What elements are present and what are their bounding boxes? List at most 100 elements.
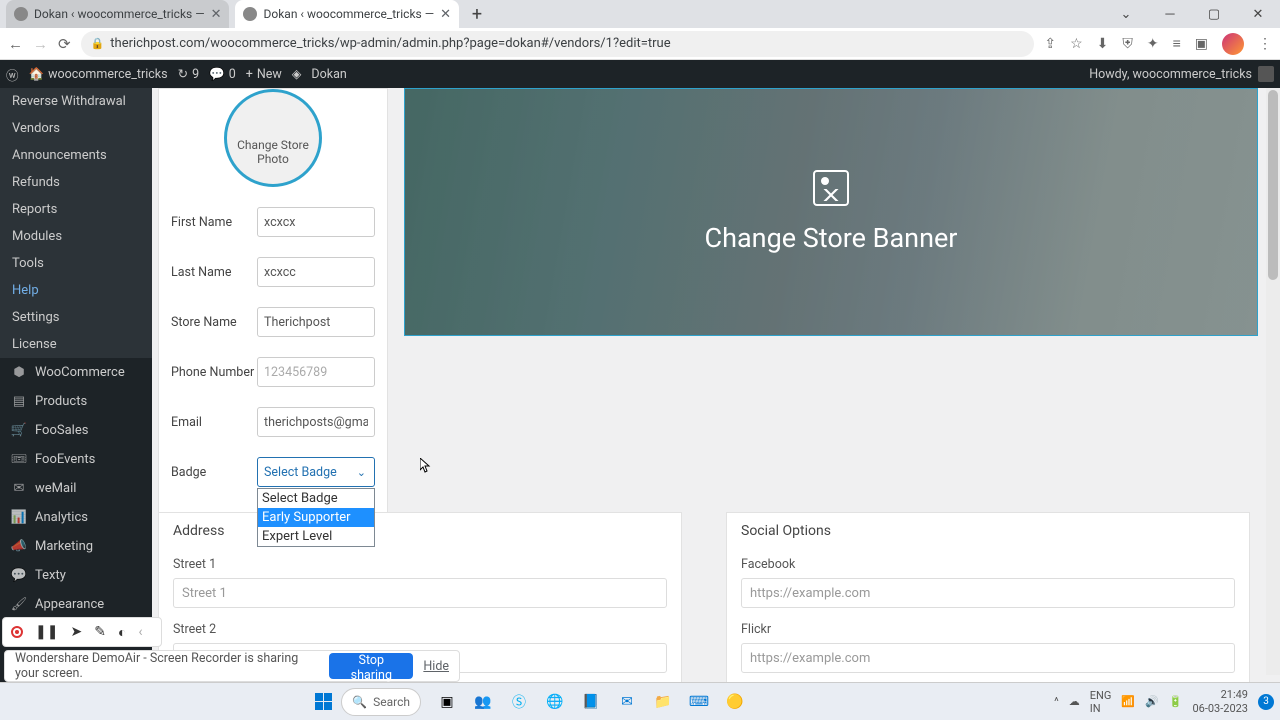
badge-select[interactable]: Select Badge ⌄ Select BadgeEarly Support… (257, 457, 375, 487)
lang-indicator[interactable]: ENGIN (1090, 689, 1112, 715)
site-link[interactable]: 🏠 woocommerce_tricks (29, 67, 168, 82)
sidebar-item-texty[interactable]: 💬Texty (0, 561, 152, 590)
mail-icon[interactable]: ✉ (615, 690, 639, 714)
reload-button[interactable]: ⟳ (58, 35, 71, 53)
shield-icon[interactable]: ⛨ (1122, 36, 1133, 52)
badge-option[interactable]: Early Supporter (258, 508, 374, 527)
menu-icon: 📊 (10, 510, 28, 525)
sidebar-item-vendors[interactable]: Vendors (0, 115, 152, 142)
tab-close-icon[interactable]: ✕ (211, 7, 222, 22)
sidebar-item-modules[interactable]: Modules (0, 223, 152, 250)
sidebar-item-wemail[interactable]: ✉weMail (0, 474, 152, 503)
pause-icon[interactable]: ❚❚ (35, 624, 58, 640)
sidebar-item-settings[interactable]: Settings (0, 304, 152, 331)
first-name-input[interactable] (257, 207, 375, 237)
profile-avatar[interactable] (1222, 33, 1244, 55)
comments-link[interactable]: 💬 0 (209, 67, 236, 82)
sidebar-item-marketing[interactable]: 📣Marketing (0, 532, 152, 561)
minimize-button[interactable]: ─ (1148, 0, 1192, 28)
sidebar-item-license[interactable]: License (0, 331, 152, 358)
sidebar-item-products[interactable]: ▤Products (0, 387, 152, 416)
email-input[interactable] (257, 407, 375, 437)
dokan-link[interactable]: Dokan (311, 67, 346, 82)
page-scrollbar[interactable] (1266, 88, 1280, 675)
star-icon[interactable]: ☆ (1070, 36, 1083, 52)
facebook-input[interactable] (741, 578, 1235, 608)
banner-text: Change Store Banner (705, 222, 958, 254)
change-photo-button[interactable]: Change Store Photo (224, 89, 322, 187)
scroll-thumb[interactable] (1268, 90, 1278, 280)
flickr-input[interactable] (741, 643, 1235, 673)
url-input[interactable]: 🔒 therichpost.com/woocommerce_tricks/wp-… (81, 31, 1035, 57)
edge-icon[interactable]: 🌐 (543, 690, 567, 714)
notification-icon[interactable]: 3 (1258, 694, 1274, 710)
record-icon[interactable] (11, 626, 23, 638)
street1-input[interactable] (173, 578, 667, 608)
window-controls: ⌄ ─ ▢ ✕ (1104, 0, 1280, 28)
tab-close-icon[interactable]: ✕ (440, 7, 451, 22)
sidebar-item-analytics[interactable]: 📊Analytics (0, 503, 152, 532)
browser-tab[interactable]: Dokan ‹ woocommerce_tricks — ✕ (6, 0, 229, 28)
vscode-icon[interactable]: ⌨ (687, 690, 711, 714)
tray-chevron-icon[interactable]: ^ (1054, 695, 1059, 708)
menu-icon: 💬 (10, 568, 28, 583)
sidebar-item-appearance[interactable]: 🖌Appearance (0, 590, 152, 619)
collapse-icon[interactable]: ‹ (138, 624, 142, 640)
updates-link[interactable]: ↻ 9 (178, 66, 200, 82)
menu-icon[interactable]: ⋮ (1258, 36, 1272, 52)
browser-tab-active[interactable]: Dokan ‹ woocommerce_tricks — ✕ (235, 0, 458, 28)
skype-icon[interactable]: Ⓢ (507, 690, 531, 714)
back-button[interactable]: ← (8, 35, 23, 53)
explorer-icon[interactable]: 📁 (651, 690, 675, 714)
maximize-button[interactable]: ▢ (1192, 0, 1236, 28)
user-avatar[interactable] (1258, 66, 1274, 82)
chevron-down-icon[interactable]: ⌄ (1104, 0, 1148, 28)
sidebar-item-fooevents[interactable]: 🎟FooEvents (0, 445, 152, 474)
new-tab-button[interactable]: + (465, 2, 489, 26)
badge-option[interactable]: Select Badge (258, 489, 374, 508)
first-name-label: First Name (171, 215, 232, 230)
change-banner-button[interactable]: Change Store Banner (404, 88, 1258, 336)
taskbar-search[interactable]: 🔍 Search (341, 688, 421, 716)
pen-icon[interactable]: ✎ (94, 624, 106, 640)
sidebar-item-reports[interactable]: Reports (0, 196, 152, 223)
wp-logo[interactable]: ⓦ (6, 65, 19, 84)
sidebar-item-foosales[interactable]: 🛒FooSales (0, 416, 152, 445)
hide-link[interactable]: Hide (423, 659, 449, 674)
clock[interactable]: 21:4906-03-2023 (1192, 688, 1248, 714)
dokan-badge[interactable]: ◈ (292, 66, 302, 82)
menu-icon: 🛒 (10, 423, 28, 438)
cloud-icon[interactable]: ☁ (1069, 695, 1080, 708)
forward-button[interactable]: → (33, 35, 48, 53)
eraser-icon[interactable]: ◐ (118, 624, 126, 641)
download-icon[interactable]: ⬇ (1097, 36, 1109, 52)
panel-icon[interactable]: ▣ (1195, 36, 1208, 52)
battery-icon[interactable]: 🔋 (1169, 695, 1183, 708)
chrome-icon[interactable]: 🟡 (723, 690, 747, 714)
extensions-icon[interactable]: ✦ (1147, 36, 1159, 52)
sidebar-item-refunds[interactable]: Refunds (0, 169, 152, 196)
volume-icon[interactable]: 🔊 (1145, 695, 1159, 708)
wifi-icon[interactable]: 📶 (1121, 695, 1135, 708)
list-icon[interactable]: ≡ (1173, 35, 1181, 52)
sidebar-item-woocommerce[interactable]: ⬢WooCommerce (0, 358, 152, 387)
last-name-input[interactable] (257, 257, 375, 287)
sidebar-item-reverse-withdrawal[interactable]: Reverse Withdrawal (0, 88, 152, 115)
store-name-input[interactable] (257, 307, 375, 337)
phone-input[interactable] (257, 357, 375, 387)
new-link[interactable]: + New (246, 67, 282, 82)
teams-icon[interactable]: 👥 (471, 690, 495, 714)
close-button[interactable]: ✕ (1236, 0, 1280, 28)
sidebar-item-announcements[interactable]: Announcements (0, 142, 152, 169)
stop-sharing-button[interactable]: Stop sharing (329, 653, 413, 679)
sidebar-item-help[interactable]: Help (0, 277, 152, 304)
howdy-text[interactable]: Howdy, woocommerce_tricks (1089, 67, 1252, 82)
start-button[interactable] (309, 688, 337, 716)
pointer-icon[interactable]: ➤ (70, 624, 82, 640)
share-icon[interactable]: ⇪ (1044, 36, 1056, 52)
word-icon[interactable]: 📘 (579, 690, 603, 714)
menu-icon: 📣 (10, 539, 28, 554)
sidebar-item-tools[interactable]: Tools (0, 250, 152, 277)
badge-option[interactable]: Expert Level (258, 527, 374, 546)
task-view-icon[interactable]: ▣ (435, 690, 459, 714)
